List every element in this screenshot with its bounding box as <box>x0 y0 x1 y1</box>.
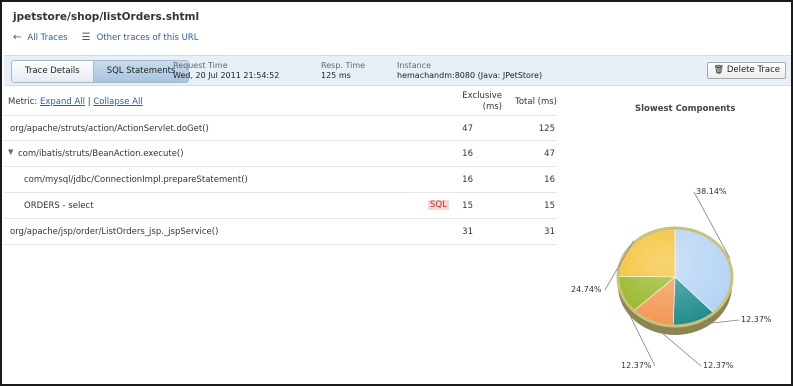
trace-details-window: jpetstore/shop/listOrders.shtml ← All Tr… <box>0 0 793 386</box>
pie-slice-label: 38.14% <box>696 187 727 196</box>
pie-slice-label: 12.37% <box>703 361 734 370</box>
pie-slice-label: 12.37% <box>621 361 652 370</box>
pie-slice-label: 24.74% <box>571 285 602 294</box>
pie-border <box>616 226 734 328</box>
pie-slice-label: 12.37% <box>741 315 772 324</box>
slowest-components-pie-chart <box>604 191 740 367</box>
